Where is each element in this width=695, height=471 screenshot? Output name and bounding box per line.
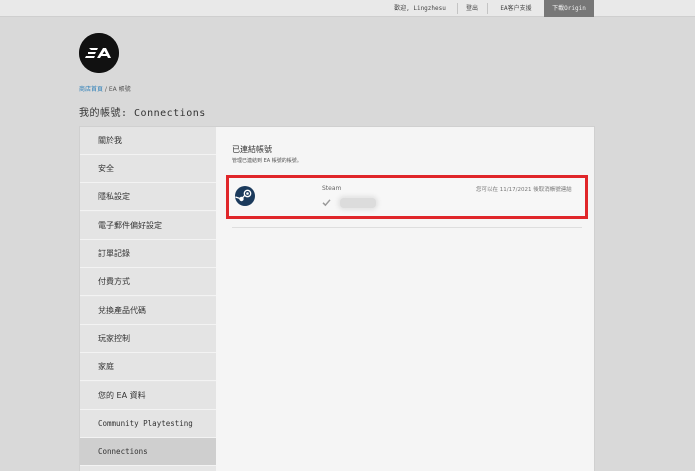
divider [232, 227, 582, 228]
connections-content: 已連結帳號 管理已連結到 EA 帳號的帳號。 Steam 您可以在 11/17/… [216, 127, 594, 471]
breadcrumb: 商店首頁 / EA 帳號 [79, 84, 131, 93]
top-bar: 歡迎, Lingzhesu 登出 EA客户支援 下載Origin [0, 0, 695, 17]
welcome-text: 歡迎, Lingzhesu [394, 5, 446, 12]
sidebar-item-redeem-code[interactable]: 兌換產品代碼 [80, 297, 216, 325]
ea-logo[interactable] [79, 33, 119, 73]
sidebar-item-connections[interactable]: Connections [80, 438, 223, 466]
account-panel: 關於我 安全 隱私設定 電子郵件偏好設定 訂單記錄 付費方式 兌換產品代碼 玩家… [79, 126, 595, 471]
sidebar: 關於我 安全 隱私設定 電子郵件偏好設定 訂單記錄 付費方式 兌換產品代碼 玩家… [80, 127, 223, 471]
connection-status-text: 您可以在 11/17/2021 後取消帳號連結 [476, 187, 572, 193]
sidebar-item-player-controls[interactable]: 玩家控制 [80, 325, 216, 353]
section-subtitle: 管理已連結到 EA 帳號的帳號。 [232, 158, 302, 164]
sidebar-item-payment-methods[interactable]: 付費方式 [80, 268, 216, 296]
support-link[interactable]: EA客户支援 [490, 0, 542, 17]
ea-logo-icon [79, 33, 119, 73]
check-icon [322, 199, 331, 207]
sidebar-item-about-me[interactable]: 關於我 [80, 127, 216, 155]
sidebar-item-your-ea-data[interactable]: 您的 EA 資料 [80, 382, 216, 410]
blurred-account-name [340, 198, 376, 208]
download-origin-button[interactable]: 下載Origin [544, 0, 594, 17]
connection-service-name: Steam [322, 185, 342, 192]
page-title: 我的帳號: Connections [79, 108, 206, 119]
logout-link[interactable]: 登出 [460, 0, 484, 17]
sidebar-item-order-history[interactable]: 訂單記錄 [80, 240, 216, 268]
sidebar-item-email-preferences[interactable]: 電子郵件偏好設定 [80, 212, 216, 240]
divider [457, 3, 458, 14]
steam-icon [235, 186, 255, 206]
breadcrumb-home-link[interactable]: 商店首頁 [79, 86, 103, 93]
sidebar-item-family[interactable]: 家庭 [80, 353, 216, 381]
steam-connection-row[interactable]: Steam 您可以在 11/17/2021 後取消帳號連結 [226, 175, 588, 219]
sidebar-item-security[interactable]: 安全 [80, 155, 216, 183]
section-title: 已連結帳號 [232, 145, 272, 154]
sidebar-item-privacy[interactable]: 隱私設定 [80, 183, 216, 211]
breadcrumb-current: EA 帳號 [108, 86, 131, 93]
divider [487, 3, 488, 14]
sidebar-item-community-playtesting[interactable]: Community Playtesting [80, 410, 216, 438]
